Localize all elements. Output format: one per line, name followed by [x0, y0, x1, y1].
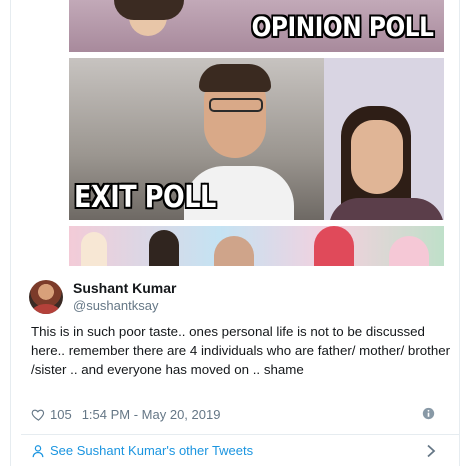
person-icon	[32, 444, 44, 457]
cartoon-face-shape	[81, 232, 107, 266]
cartoon-shape	[389, 236, 429, 266]
man-hair-shape	[199, 64, 271, 92]
woman-face-shape	[351, 120, 403, 194]
opinion-poll-label: OPINION POLL	[252, 12, 434, 43]
exit-poll-label: EXIT POLL	[74, 180, 216, 215]
see-other-tweets-link[interactable]: See Sushant Kumar's other Tweets	[31, 443, 253, 458]
media-panel-bottom	[69, 226, 444, 266]
like-count: 105	[50, 406, 72, 422]
media-panel-top: OPINION POLL	[69, 0, 444, 52]
tweet-card: OPINION POLL EXIT POLL Sushant Kumar @su…	[10, 0, 460, 466]
tweet-timestamp[interactable]: 1:54 PM - May 20, 2019	[82, 407, 221, 422]
glasses-shape	[209, 98, 263, 112]
see-other-tweets-label: See Sushant Kumar's other Tweets	[50, 443, 254, 458]
info-icon[interactable]	[422, 407, 435, 420]
media-panel-middle: EXIT POLL	[69, 58, 444, 220]
woman-top-shape	[329, 198, 444, 220]
tweet-meta: 105 1:54 PM - May 20, 2019	[31, 405, 220, 423]
chevron-right-icon[interactable]	[425, 444, 437, 458]
heart-icon[interactable]	[31, 407, 46, 422]
child-hair-shape	[149, 230, 179, 266]
avatar-shirt-shape	[32, 304, 60, 314]
avatar[interactable]	[29, 280, 63, 314]
child-face-shape	[214, 236, 254, 266]
divider	[21, 434, 459, 435]
hair-shape	[114, 0, 184, 20]
cartoon-hair-shape	[314, 226, 354, 266]
author-name[interactable]: Sushant Kumar	[73, 280, 176, 296]
author-handle[interactable]: @sushantksay	[73, 298, 158, 313]
tweet-text: This is in such poor taste.. ones person…	[31, 324, 451, 377]
